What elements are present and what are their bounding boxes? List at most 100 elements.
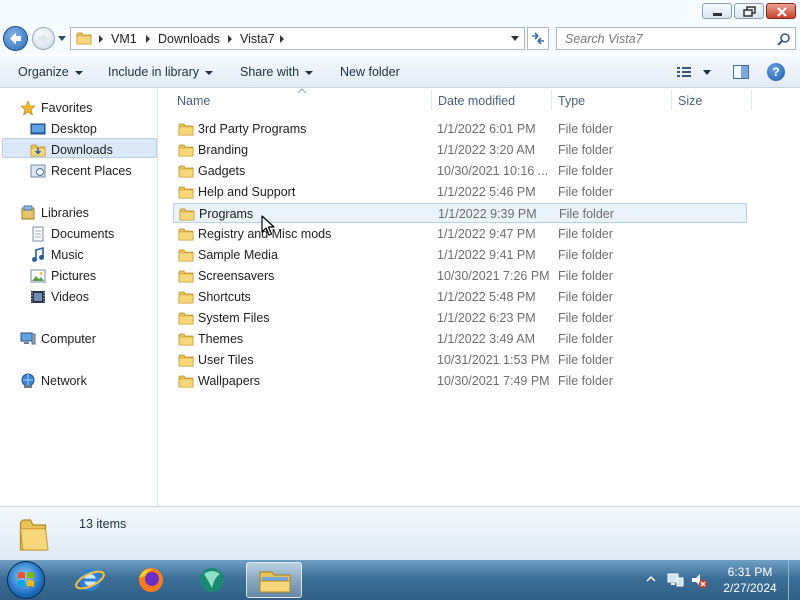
file-date: 10/30/2021 7:49 PM [437,374,550,388]
music-icon [32,247,44,262]
file-date: 1/1/2022 9:47 PM [437,227,536,241]
column-headers: Name Date modified Type Size [159,88,800,112]
search-icon[interactable] [777,32,791,46]
taskbar-internet-explorer[interactable] [62,562,118,598]
network-status-icon[interactable] [666,571,684,589]
address-dropdown-icon[interactable] [511,36,519,42]
file-type: File folder [558,164,613,178]
file-row[interactable]: System Files 1/1/2022 6:23 PM File folde… [173,308,747,328]
change-view-icon[interactable] [676,65,692,79]
nav-computer-label: Computer [41,332,96,346]
downloads-folder-icon [30,142,46,158]
file-type: File folder [558,332,613,346]
column-type[interactable]: Type [558,94,585,108]
breadcrumb-vm1[interactable]: VM1 [111,32,137,46]
file-name: Branding [198,143,249,157]
file-row[interactable]: Help and Support 1/1/2022 5:46 PM File f… [173,182,747,202]
file-row[interactable]: Shortcuts 1/1/2022 5:48 PM File folder [173,287,747,307]
start-button[interactable] [7,561,45,599]
recent-pages-dropdown-icon[interactable] [58,34,66,42]
refresh-button[interactable] [527,27,549,50]
address-bar[interactable]: VM1 Downloads Vista7 [70,27,525,50]
column-divider[interactable] [671,90,672,110]
breadcrumb-separator-icon [280,35,284,43]
clock[interactable]: 6:31 PM 2/27/2024 [718,564,782,596]
file-name: Shortcuts [198,290,251,304]
file-name: 3rd Party Programs [198,122,307,136]
taskbar-firefox[interactable] [123,562,179,598]
file-type: File folder [559,207,614,221]
breadcrumb-separator-icon [146,35,150,43]
file-date: 1/1/2022 6:23 PM [437,311,536,325]
column-date-modified[interactable]: Date modified [438,94,515,108]
view-options-dropdown-icon[interactable] [703,70,711,75]
show-desktop-button[interactable] [788,560,800,600]
network-icon [21,373,35,388]
back-button[interactable] [3,26,28,51]
file-type: File folder [558,143,613,157]
forward-arrow-icon [38,33,48,44]
file-row[interactable]: Themes 1/1/2022 3:49 AM File folder [173,329,747,349]
search-input[interactable] [557,28,775,49]
star-icon [20,100,36,116]
organize-menu[interactable]: Organize [18,65,83,79]
share-with-label: Share with [240,65,300,79]
show-hidden-icons-icon[interactable] [646,575,656,583]
column-divider[interactable] [551,90,552,110]
file-type: File folder [558,311,613,325]
nav-videos-label: Videos [51,290,89,304]
search-box[interactable] [556,27,796,50]
file-row[interactable]: Wallpapers 10/30/2021 7:49 PM File folde… [173,371,747,391]
file-date: 1/1/2022 3:49 AM [437,332,535,346]
videos-icon [31,291,45,303]
column-divider[interactable] [431,90,432,110]
forward-button[interactable] [32,27,55,50]
preview-pane-icon[interactable] [733,65,749,79]
file-date: 1/1/2022 3:20 AM [437,143,535,157]
folder-icon [178,374,194,388]
file-type: File folder [558,185,613,199]
help-icon[interactable]: ? [767,63,785,81]
close-button[interactable] [766,3,796,19]
clock-date: 2/27/2024 [723,581,777,595]
file-row[interactable]: User Tiles 10/31/2021 1:53 PM File folde… [173,350,747,370]
column-size[interactable]: Size [678,94,702,108]
breadcrumb-downloads[interactable]: Downloads [158,32,220,46]
organize-label: Organize [18,65,69,79]
sort-ascending-icon [298,88,306,93]
file-row[interactable]: Registry and Misc mods 1/1/2022 9:47 PM … [173,224,747,244]
nav-favorites-label: Favorites [41,101,93,115]
file-row[interactable]: Gadgets 10/30/2021 10:16 ... File folder [173,161,747,181]
file-row[interactable]: 3rd Party Programs 1/1/2022 6:01 PM File… [173,119,747,139]
file-name: Sample Media [198,248,278,262]
folder-icon [179,207,195,221]
file-type: File folder [558,374,613,388]
file-row-hovered[interactable]: Programs 1/1/2022 9:39 PM File folder [173,203,747,223]
file-row[interactable]: Screensavers 10/30/2021 7:26 PM File fol… [173,266,747,286]
share-with-menu[interactable]: Share with [240,65,314,79]
minimize-icon [713,13,722,16]
taskbar-windows-explorer[interactable] [246,562,302,598]
file-type: File folder [558,290,613,304]
documents-icon [32,226,44,242]
system-tray [640,560,718,600]
file-row[interactable]: Sample Media 1/1/2022 9:41 PM File folde… [173,245,747,265]
libraries-icon [21,205,35,220]
breadcrumb-separator-icon [228,35,232,43]
breadcrumb-vista7[interactable]: Vista7 [240,32,275,46]
taskbar-app-icon[interactable] [184,562,240,598]
file-date: 10/30/2021 7:26 PM [437,269,550,283]
speaker-muted-icon[interactable] [690,571,708,589]
restore-icon [743,6,756,17]
file-date: 1/1/2022 5:48 PM [437,290,536,304]
file-name: Wallpapers [198,374,261,388]
file-row[interactable]: Branding 1/1/2022 3:20 AM File folder [173,140,747,160]
column-divider[interactable] [751,90,752,110]
column-name[interactable]: Name [177,94,210,108]
internet-explorer-icon [75,569,105,591]
restore-button[interactable] [734,3,764,19]
minimize-button[interactable] [702,3,732,19]
new-folder-button[interactable]: New folder [340,65,400,79]
recent-places-icon [30,164,46,178]
include-in-library-menu[interactable]: Include in library [108,65,214,79]
